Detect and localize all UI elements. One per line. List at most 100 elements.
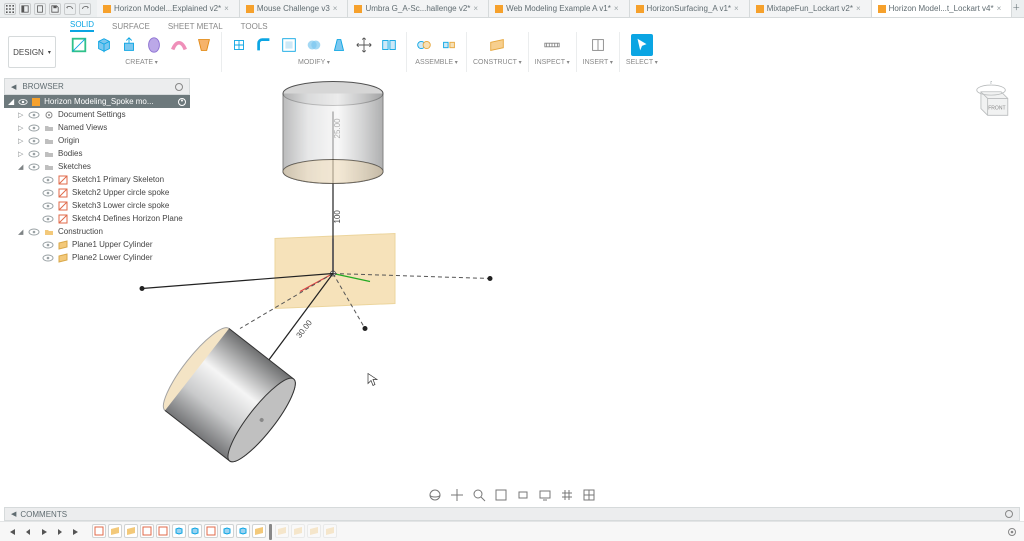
timeline-end-icon[interactable] — [70, 526, 82, 538]
expand-icon[interactable]: ▷ — [18, 124, 25, 132]
press-pull-icon[interactable] — [228, 34, 250, 56]
visibility-icon[interactable] — [28, 111, 40, 119]
comments-options-icon[interactable] — [1005, 510, 1013, 518]
timeline-feature[interactable] — [92, 524, 106, 538]
timeline-feature[interactable] — [124, 524, 138, 538]
close-icon[interactable]: × — [997, 4, 1002, 13]
visibility-icon[interactable] — [28, 150, 40, 158]
shell-icon[interactable] — [278, 34, 300, 56]
close-icon[interactable]: × — [473, 4, 478, 13]
timeline-feature[interactable] — [172, 524, 186, 538]
fit-icon[interactable] — [493, 487, 509, 503]
browser-header[interactable]: ◀ BROWSER — [4, 78, 190, 95]
select-icon[interactable] — [631, 34, 653, 56]
close-icon[interactable]: × — [224, 4, 229, 13]
comments-bar[interactable]: ◀ COMMENTS — [4, 507, 1020, 521]
new-tab-button[interactable]: ＋ — [1012, 0, 1020, 14]
visibility-icon[interactable] — [28, 124, 40, 132]
timeline-feature[interactable] — [323, 524, 337, 538]
redo-icon[interactable] — [79, 3, 91, 15]
move-icon[interactable] — [353, 34, 375, 56]
browser-node[interactable]: ▷Bodies — [4, 147, 190, 160]
visibility-icon[interactable] — [42, 202, 54, 210]
viewports-icon[interactable] — [581, 487, 597, 503]
expand-icon[interactable]: ◢ — [18, 228, 25, 236]
display-icon[interactable] — [537, 487, 553, 503]
timeline-feature[interactable] — [252, 524, 266, 538]
file-tab[interactable]: HorizonSurfacing_A v1*× — [630, 0, 750, 17]
fillet-icon[interactable] — [253, 34, 275, 56]
ribbon-tab-tools[interactable]: TOOLS — [241, 22, 268, 32]
expand-icon[interactable]: ◢ — [18, 163, 25, 171]
file-tab[interactable]: Horizon Model...Explained v2*× — [97, 0, 240, 17]
browser-node[interactable]: ▷Origin — [4, 134, 190, 147]
orbit-icon[interactable] — [427, 487, 443, 503]
browser-node[interactable]: Plane2 Lower Cylinder — [4, 251, 190, 264]
timeline-feature[interactable] — [307, 524, 321, 538]
visibility-icon[interactable] — [42, 176, 54, 184]
browser-node[interactable]: ▷Document Settings — [4, 108, 190, 121]
timeline-feature[interactable] — [156, 524, 170, 538]
pan-icon[interactable] — [449, 487, 465, 503]
file-new-icon[interactable] — [34, 3, 46, 15]
sweep-icon[interactable] — [168, 34, 190, 56]
zoom-icon[interactable] — [471, 487, 487, 503]
joint-icon[interactable] — [413, 34, 435, 56]
visibility-icon[interactable] — [28, 137, 40, 145]
expand-icon[interactable]: ▷ — [18, 150, 25, 158]
timeline-feature[interactable] — [236, 524, 250, 538]
insert-icon[interactable] — [587, 34, 609, 56]
workspace-switcher[interactable]: DESIGN — [8, 36, 56, 68]
app-grid-icon[interactable] — [4, 3, 16, 15]
file-tab[interactable]: Mouse Challenge v3× — [240, 0, 349, 17]
loft-icon[interactable] — [193, 34, 215, 56]
timeline-play-icon[interactable] — [38, 526, 50, 538]
visibility-icon[interactable] — [42, 254, 54, 262]
undo-icon[interactable] — [64, 3, 76, 15]
timeline-feature[interactable] — [291, 524, 305, 538]
save-icon[interactable] — [49, 3, 61, 15]
browser-root[interactable]: ◢ Horizon Modeling_Spoke mo... • — [4, 95, 190, 108]
close-icon[interactable]: × — [856, 4, 861, 13]
measure-icon[interactable] — [541, 34, 563, 56]
close-icon[interactable]: × — [614, 4, 619, 13]
visibility-icon[interactable] — [42, 215, 54, 223]
timeline-next-icon[interactable] — [54, 526, 66, 538]
browser-node[interactable]: Sketch1 Primary Skeleton — [4, 173, 190, 186]
browser-node[interactable]: Sketch2 Upper circle spoke — [4, 186, 190, 199]
plane-icon[interactable] — [486, 34, 508, 56]
extrude-icon[interactable] — [118, 34, 140, 56]
look-at-icon[interactable] — [515, 487, 531, 503]
timeline-start-icon[interactable] — [6, 526, 18, 538]
expand-icon[interactable]: ▷ — [18, 111, 25, 119]
ribbon-tab-sheetmetal[interactable]: SHEET METAL — [168, 22, 223, 32]
browser-node[interactable]: Sketch4 Defines Horizon Plane — [4, 212, 190, 225]
file-tab[interactable]: Web Modeling Example A v1*× — [489, 0, 629, 17]
browser-options-icon[interactable] — [175, 83, 183, 91]
close-icon[interactable]: × — [333, 4, 338, 13]
ribbon-tab-solid[interactable]: SOLID — [70, 20, 94, 32]
timeline-feature[interactable] — [140, 524, 154, 538]
data-panel-icon[interactable] — [19, 3, 31, 15]
view-cube[interactable]: FRONT z — [970, 80, 1012, 122]
timeline-feature[interactable] — [204, 524, 218, 538]
visibility-icon[interactable] — [28, 228, 40, 236]
timeline-prev-icon[interactable] — [22, 526, 34, 538]
file-tab[interactable]: MixtapeFun_Lockart v2*× — [750, 0, 872, 17]
browser-node[interactable]: ▷Named Views — [4, 121, 190, 134]
timeline-feature[interactable] — [220, 524, 234, 538]
expand-icon[interactable]: ▷ — [18, 137, 25, 145]
visibility-icon[interactable] — [42, 241, 54, 249]
browser-node[interactable]: Sketch3 Lower circle spoke — [4, 199, 190, 212]
box-icon[interactable] — [93, 34, 115, 56]
timeline-feature[interactable] — [188, 524, 202, 538]
browser-node[interactable]: Plane1 Upper Cylinder — [4, 238, 190, 251]
combine-icon[interactable] — [303, 34, 325, 56]
timeline-feature[interactable] — [108, 524, 122, 538]
revolve-icon[interactable] — [143, 34, 165, 56]
file-tab[interactable]: Horizon Model...t_Lockart v4*× — [872, 0, 1013, 17]
timeline-settings-icon[interactable] — [1006, 526, 1018, 538]
visibility-icon[interactable] — [28, 163, 40, 171]
ribbon-tab-surface[interactable]: SURFACE — [112, 22, 150, 32]
new-sketch-icon[interactable] — [68, 34, 90, 56]
